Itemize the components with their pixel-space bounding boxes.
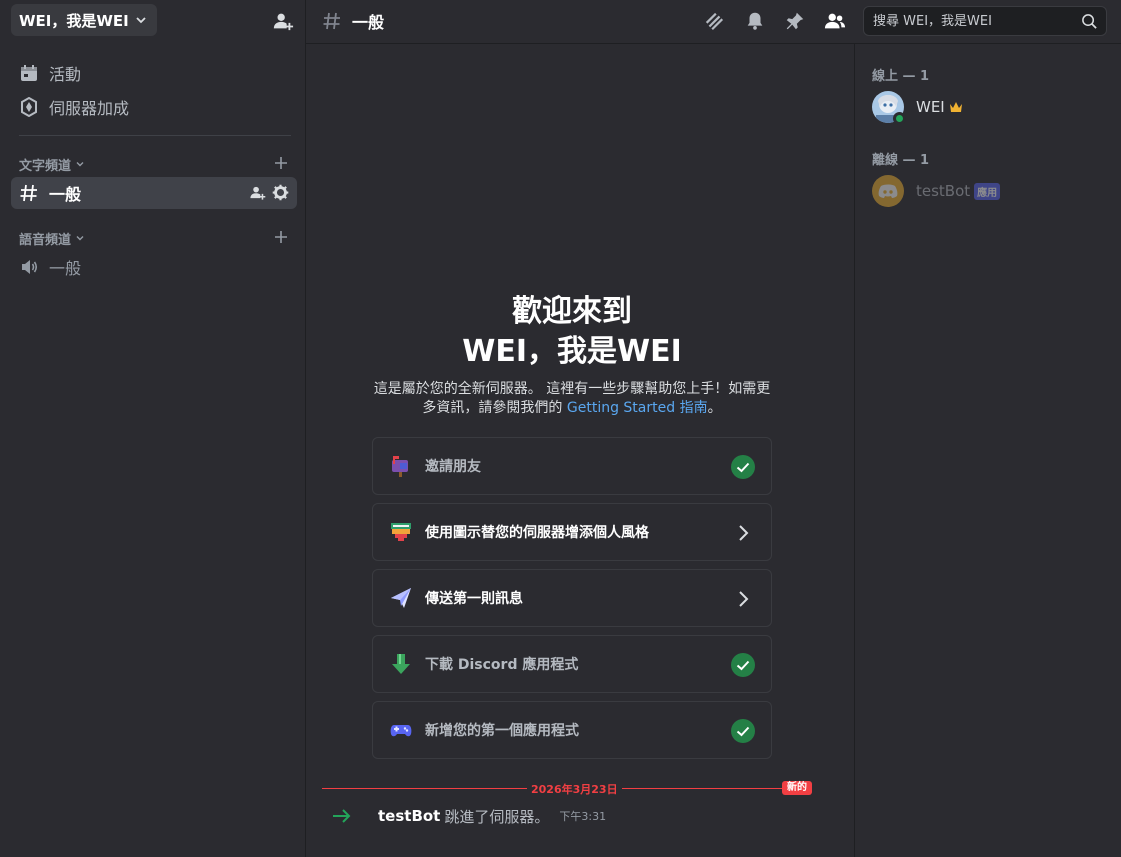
channel-actions xyxy=(249,184,289,201)
paint-icon xyxy=(391,523,411,541)
download-arrow-icon xyxy=(392,654,410,674)
discord-logo-icon xyxy=(878,184,898,198)
pin-icon[interactable] xyxy=(784,10,806,32)
chevron-right-icon xyxy=(739,525,749,541)
server-name-button[interactable]: WEI，我是WEI xyxy=(11,4,157,36)
chevron-down-icon xyxy=(76,162,84,167)
category-voice-channels[interactable]: 語音頻道 xyxy=(19,228,297,248)
category-text-channels[interactable]: 文字頻道 xyxy=(19,154,297,174)
check-circle-icon xyxy=(731,653,755,677)
system-message: testBot 跳進了伺服器。 下午3:31 xyxy=(332,804,832,828)
check-circle-icon xyxy=(731,455,755,479)
task-label: 使用圖示替您的伺服器增添個人風格 xyxy=(425,525,649,541)
add-channel-icon[interactable] xyxy=(273,155,289,171)
task-send-first-message[interactable]: 傳送第一則訊息 xyxy=(372,569,772,627)
member-name: WEI xyxy=(916,98,945,116)
member-item-wei[interactable]: WEI xyxy=(872,90,1112,125)
chat-area: 歡迎來到 WEI，我是WEI 這是屬於您的全新伺服器。 這裡有一些步驟幫助您上手… xyxy=(306,44,854,857)
new-messages-divider: 2026年3月23日 新的 xyxy=(322,781,824,797)
gamepad-icon xyxy=(390,725,412,737)
member-item-testbot[interactable]: testBot 應用 xyxy=(872,174,1112,208)
getting-started-link[interactable]: Getting Started 指南 xyxy=(567,400,708,416)
offline-header: 離線 — 1 xyxy=(872,153,930,168)
add-channel-icon[interactable] xyxy=(273,229,289,245)
gear-icon[interactable] xyxy=(272,184,289,201)
channel-name: 一般 xyxy=(49,185,82,204)
channel-header: 一般 xyxy=(306,0,1121,44)
join-arrow-icon xyxy=(333,809,351,823)
threads-icon[interactable] xyxy=(703,10,725,32)
task-download-app[interactable]: 下載 Discord 應用程式 xyxy=(372,635,772,693)
sidebar-item-events[interactable]: 活動 xyxy=(11,57,297,89)
task-label: 傳送第一則訊息 xyxy=(425,591,523,607)
paper-plane-icon xyxy=(391,588,411,608)
task-invite-friends[interactable]: 邀請朋友 xyxy=(372,437,772,495)
search-icon xyxy=(1082,14,1097,29)
sidebar-divider xyxy=(19,135,291,136)
app-badge: 應用 xyxy=(974,182,1001,200)
invite-people-icon[interactable] xyxy=(272,10,294,32)
task-label: 新增您的第一個應用程式 xyxy=(425,723,579,739)
message-text: 跳進了伺服器。 xyxy=(444,807,550,826)
channel-item-general[interactable]: 一般 xyxy=(11,177,297,209)
server-header: WEI，我是WEI xyxy=(0,0,306,43)
sidebar-item-server-boost[interactable]: 伺服器加成 xyxy=(11,91,297,123)
server-name: WEI，我是WEI xyxy=(19,11,129,30)
member-list-icon[interactable] xyxy=(824,10,846,32)
channel-name: 一般 xyxy=(49,259,82,278)
channel-title: 一般 xyxy=(322,9,384,33)
online-status-dot xyxy=(893,112,906,125)
category-label: 文字頻道 xyxy=(19,158,72,174)
member-list: 線上 — 1 WEI 離線 — 1 testBot 應用 xyxy=(854,44,1121,857)
search-bar[interactable] xyxy=(863,6,1107,36)
mailbox-icon xyxy=(392,456,408,477)
speaker-icon xyxy=(22,260,38,274)
boost-icon xyxy=(21,97,37,117)
voice-channel-item-general[interactable]: 一般 xyxy=(11,251,297,283)
online-header: 線上 — 1 xyxy=(872,69,930,84)
chevron-down-icon xyxy=(136,17,146,24)
sidebar-item-label: 伺服器加成 xyxy=(49,99,130,118)
channel-sidebar: WEI，我是WEI 活動 伺服器加成 文字頻道 一般 語音頻道 一般 xyxy=(0,0,306,857)
bell-icon[interactable] xyxy=(744,10,766,32)
check-circle-icon xyxy=(731,719,755,743)
category-label: 語音頻道 xyxy=(19,232,72,248)
sidebar-item-label: 活動 xyxy=(49,65,82,84)
message-author[interactable]: testBot xyxy=(378,807,440,825)
avatar xyxy=(872,175,904,207)
hashtag-icon xyxy=(20,184,37,202)
task-add-first-app[interactable]: 新增您的第一個應用程式 xyxy=(372,701,772,759)
search-input[interactable] xyxy=(873,12,1073,31)
new-badge: 新的 xyxy=(782,781,812,795)
calendar-icon xyxy=(21,65,37,81)
message-timestamp: 下午3:31 xyxy=(559,810,607,823)
chevron-down-icon xyxy=(76,236,84,241)
member-name: testBot xyxy=(916,182,971,200)
invite-icon[interactable] xyxy=(249,184,266,201)
crown-icon xyxy=(949,102,962,112)
welcome-description: 這是屬於您的全新伺服器。 這裡有一些步驟幫助您上手！如需更多資訊，請參閱我們的 … xyxy=(373,381,771,416)
task-personalize-server[interactable]: 使用圖示替您的伺服器增添個人風格 xyxy=(372,503,772,561)
chevron-right-icon xyxy=(739,591,749,607)
task-label: 邀請朋友 xyxy=(425,459,481,475)
hashtag-icon xyxy=(323,12,340,30)
welcome-title: 歡迎來到 WEI，我是WEI xyxy=(462,294,682,369)
channel-title-text: 一般 xyxy=(352,13,385,32)
avatar xyxy=(872,91,906,125)
task-label: 下載 Discord 應用程式 xyxy=(425,657,579,673)
divider-date: 2026年3月23日 xyxy=(527,781,622,797)
